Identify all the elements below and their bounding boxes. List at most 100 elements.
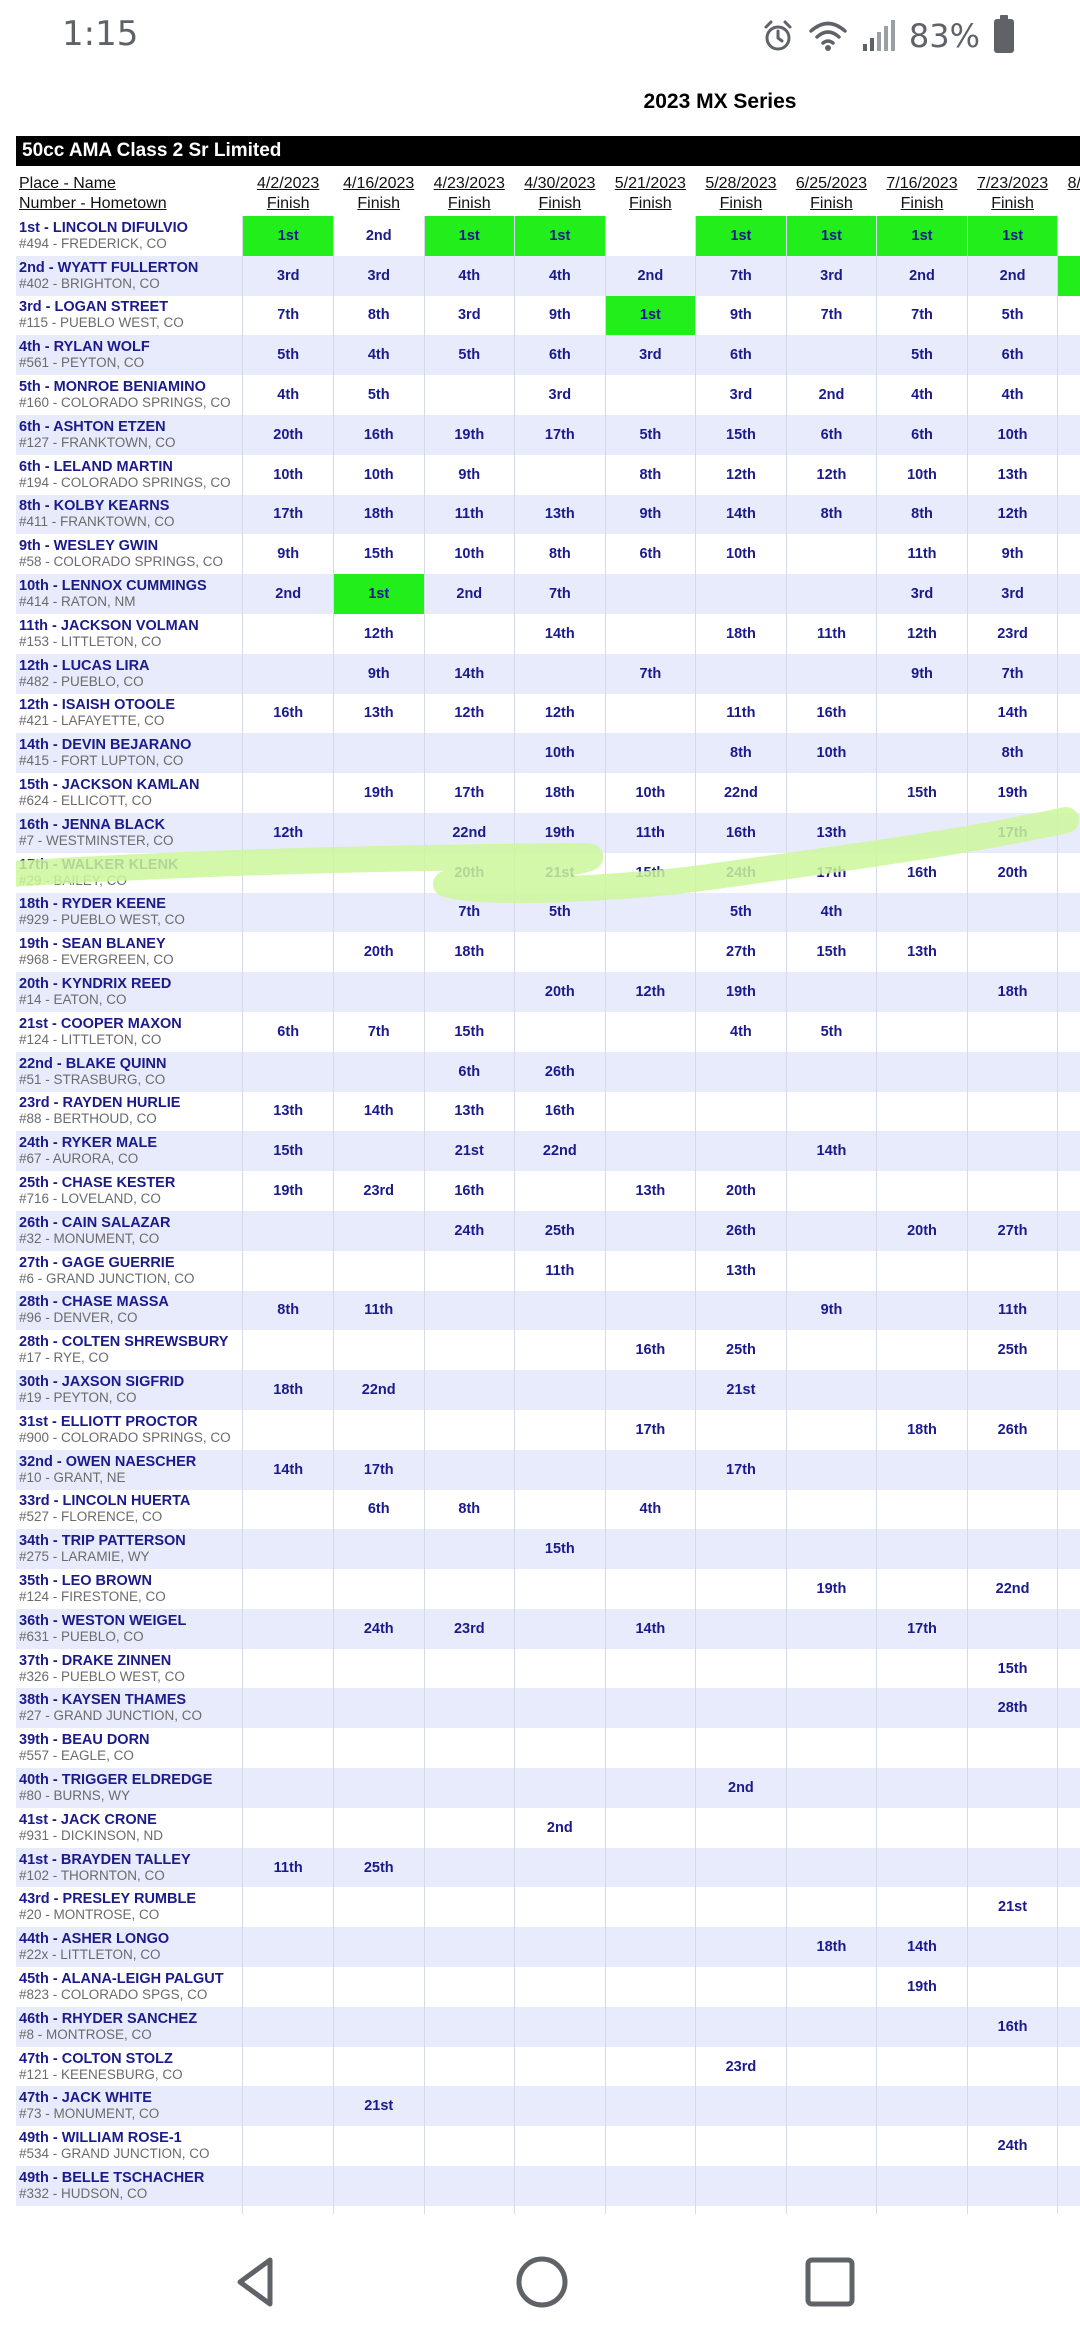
rider-name[interactable]: COLTON STOLZ — [62, 2051, 173, 2067]
header-number-hometown[interactable]: Number - Hometown — [19, 194, 243, 214]
rider-name[interactable]: LUCAS LIRA — [62, 658, 150, 674]
race-date[interactable]: 8/13/2023 — [1058, 174, 1080, 194]
rider-name[interactable]: KAYSEN THAMES — [62, 1692, 186, 1708]
date-column-header[interactable]: 4/23/2023 Finish — [424, 172, 515, 216]
race-date[interactable]: 7/16/2023 — [877, 174, 968, 194]
rider-name[interactable]: CHASE MASSA — [62, 1294, 169, 1310]
rider-place: 47th — [19, 2090, 49, 2107]
home-icon[interactable] — [512, 2252, 572, 2312]
race-date[interactable]: 7/23/2023 — [967, 174, 1058, 194]
rider-name[interactable]: LENNOX CUMMINGS — [62, 578, 207, 594]
rider-name[interactable]: BLAKE QUINN — [66, 1056, 167, 1072]
finish-label[interactable]: Finish — [333, 194, 424, 214]
finish-label[interactable]: Finish — [967, 194, 1058, 214]
back-icon[interactable] — [226, 2252, 286, 2312]
rider-name[interactable]: OWEN NAESCHER — [66, 1454, 197, 1470]
date-column-header[interactable]: 4/16/2023 Finish — [333, 172, 424, 216]
rider-name[interactable]: JENNA BLACK — [62, 817, 165, 833]
rider-name[interactable]: ALANA-LEIGH PALGUT — [61, 1971, 223, 1987]
race-date[interactable]: 4/23/2023 — [424, 174, 515, 194]
finish-label[interactable]: Finish — [1058, 194, 1080, 214]
rider-name[interactable]: RAYDEN HURLIE — [63, 1095, 181, 1111]
finish-result: 7th — [333, 1011, 425, 1052]
date-column-header[interactable]: 5/21/2023 Finish — [605, 172, 696, 216]
rider-name[interactable]: LEO BROWN — [62, 1573, 152, 1589]
rider-name[interactable]: MONROE BENIAMINO — [54, 379, 206, 395]
rider-name[interactable]: JACK WHITE — [62, 2090, 152, 2106]
date-column-header[interactable]: 6/25/2023 Finish — [786, 172, 877, 216]
rider-name[interactable]: BRAYDEN TALLEY — [61, 1852, 191, 1868]
finish-label[interactable]: Finish — [515, 194, 606, 214]
rider-name[interactable]: WILLIAM ROSE-1 — [62, 2130, 182, 2146]
table-row: 6th - ASHTON ETZEN #127 - FRANKTOWN, CO 20… — [16, 414, 1080, 455]
rider-name[interactable]: DRAKE ZINNEN — [62, 1653, 172, 1669]
finish-result — [424, 1569, 516, 1609]
rider-name[interactable]: ASHER LONGO — [61, 1931, 169, 1947]
date-column-header[interactable]: 4/30/2023 Finish — [515, 172, 606, 216]
rider-name[interactable]: JAXSON SIGFRID — [62, 1374, 184, 1390]
rider-name[interactable]: PRESLEY RUMBLE — [63, 1891, 196, 1907]
rider-name[interactable]: KOLBY KEARNS — [54, 498, 170, 514]
rider-name[interactable]: CHASE KESTER — [62, 1175, 176, 1191]
finish-result: 18th — [242, 1370, 334, 1410]
rider-name[interactable]: BELLE TSCHACHER — [62, 2170, 205, 2186]
rider-name[interactable]: WESTON WEIGEL — [62, 1613, 187, 1629]
date-column-header[interactable]: 5/28/2023 Finish — [696, 172, 787, 216]
finish-result — [786, 1051, 878, 1092]
date-column-header[interactable]: 8/13/2023Finish — [1058, 172, 1080, 216]
rider-name[interactable]: KYNDRIX REED — [62, 976, 172, 992]
rider-name[interactable]: TRIGGER ELDREDGE — [62, 1772, 213, 1788]
rider-name[interactable]: JACK CRONE — [61, 1812, 157, 1828]
race-date[interactable]: 5/21/2023 — [605, 174, 696, 194]
rider-name[interactable]: WALKER KLENK — [62, 857, 179, 873]
race-date[interactable]: 5/28/2023 — [696, 174, 787, 194]
rider-place: 1st — [19, 219, 40, 236]
rider-name[interactable]: RYDER KEENE — [62, 896, 166, 912]
finish-label[interactable]: Finish — [786, 194, 877, 214]
finish-result: 20th — [242, 414, 334, 455]
rider-name[interactable]: JACKSON VOLMAN — [61, 618, 199, 634]
finish-label[interactable]: Finish — [243, 194, 334, 214]
rider-name[interactable]: ISAISH OTOOLE — [62, 697, 175, 713]
rider-name[interactable]: GAGE GUERRIE — [62, 1255, 175, 1271]
rider-name[interactable]: JACKSON KAMLAN — [62, 777, 200, 793]
recents-icon[interactable] — [800, 2252, 860, 2312]
rider-name[interactable]: RYKER MALE — [62, 1135, 157, 1151]
results-section[interactable]: 50cc AMA Class 2 Sr Limited Place - Name… — [16, 136, 1080, 2214]
rider-name[interactable]: ELLIOTT PROCTOR — [61, 1414, 198, 1430]
rider-number: #482 — [19, 673, 50, 689]
finish-label[interactable]: Finish — [877, 194, 968, 214]
rider-name[interactable]: RHYDER SANCHEZ — [62, 2011, 197, 2027]
date-column-header[interactable]: 7/23/2023 Finish — [967, 172, 1058, 216]
race-date[interactable]: 4/30/2023 — [515, 174, 606, 194]
race-date[interactable]: 4/2/2023 — [243, 174, 334, 194]
rider-name[interactable]: COLTEN SHREWSBURY — [62, 1334, 229, 1350]
rider-name[interactable]: TRIP PATTERSON — [62, 1533, 186, 1549]
finish-label[interactable]: Finish — [605, 194, 696, 214]
race-date[interactable]: 4/16/2023 — [333, 174, 424, 194]
rider-name[interactable]: BEAU DORN — [62, 1732, 150, 1748]
finish-result — [242, 2166, 334, 2206]
finish-result — [514, 2166, 606, 2206]
rider-name[interactable]: SEAN BLANEY — [62, 936, 166, 952]
date-column-header[interactable]: 4/2/2023 Finish — [243, 172, 334, 216]
rider-name[interactable]: DEVIN BEJARANO — [62, 737, 192, 753]
date-column-header[interactable]: 7/16/2023 Finish — [877, 172, 968, 216]
race-date[interactable]: 6/25/2023 — [786, 174, 877, 194]
name-column-header[interactable]: Place - Name Number - Hometown — [16, 172, 243, 216]
rider-name[interactable]: LOGAN STREET — [54, 299, 168, 315]
rider-name[interactable]: ASHTON ETZEN — [53, 419, 166, 435]
rider-name[interactable]: WYATT FULLERTON — [58, 260, 199, 276]
rider-name[interactable]: LINCOLN HUERTA — [63, 1493, 191, 1509]
rider-name[interactable]: COOPER MAXON — [61, 1016, 182, 1032]
finish-label[interactable]: Finish — [424, 194, 515, 214]
rider-name[interactable]: LELAND MARTIN — [54, 459, 173, 475]
rider-hometown: BRIGHTON, CO — [61, 275, 160, 291]
rider-name[interactable]: CAIN SALAZAR — [62, 1215, 171, 1231]
finish-label[interactable]: Finish — [696, 194, 787, 214]
header-place-name[interactable]: Place - Name — [19, 174, 243, 194]
separator: - — [49, 1509, 62, 1525]
rider-name[interactable]: LINCOLN DIFULVIO — [53, 220, 188, 236]
rider-name[interactable]: RYLAN WOLF — [54, 339, 150, 355]
rider-name[interactable]: WESLEY GWIN — [54, 538, 158, 554]
